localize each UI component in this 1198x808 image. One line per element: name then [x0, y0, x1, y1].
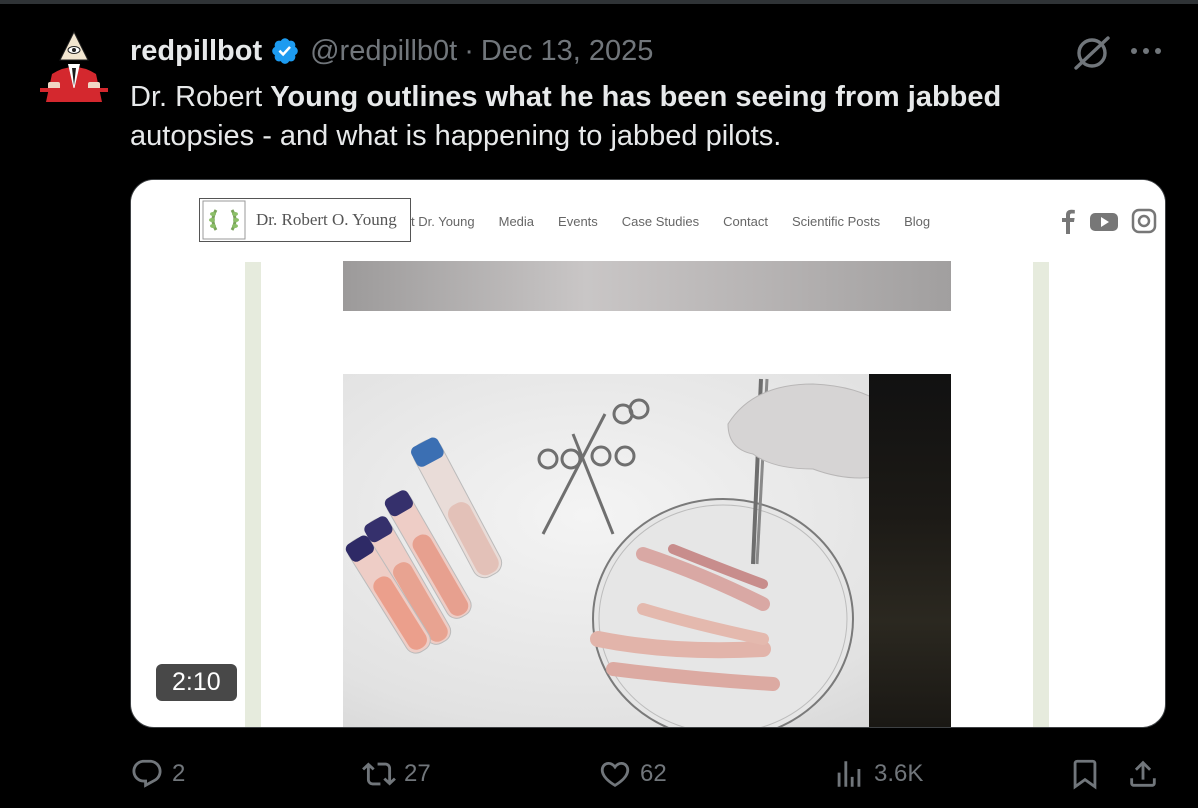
reply-count: 2: [172, 760, 186, 787]
bookmark-button[interactable]: [1068, 754, 1110, 794]
site-nav-link: t Dr. Young: [411, 214, 475, 229]
video-dark-area: [869, 374, 951, 727]
instagram-icon: [1131, 208, 1157, 234]
video-duration: 2:10: [156, 664, 237, 701]
page-banner: [343, 261, 951, 311]
reply-icon: [132, 759, 162, 788]
site-nav-link: Events: [558, 214, 598, 229]
tweet-header: redpillbot @redpillb0t · Dec 13, 2025: [130, 31, 653, 71]
video-media[interactable]: Dr. Robert O. Young t Dr. Young Media Ev…: [130, 179, 1166, 728]
views-count: 3.6K: [874, 760, 924, 787]
page-rail-left: [245, 262, 261, 727]
tweet-text-part2: autopsies - and what is happening to jab…: [130, 120, 782, 152]
repost-count: 27: [404, 760, 431, 787]
bookmark-icon: [1073, 759, 1097, 790]
site-nav-links: t Dr. Young Media Events Case Studies Co…: [411, 214, 930, 229]
share-icon: [1130, 760, 1156, 787]
grok-icon[interactable]: [1072, 34, 1112, 72]
tweet-text-bold: Young outlines what he has been seeing f…: [270, 81, 1002, 113]
like-icon: [600, 761, 630, 787]
separator-dot: ·: [464, 34, 474, 67]
site-nav-link: Media: [498, 214, 535, 229]
site-logo: Dr. Robert O. Young: [199, 198, 411, 242]
repost-icon: [362, 762, 396, 786]
video-still: [345, 378, 915, 727]
share-button[interactable]: [1126, 754, 1168, 794]
page-rail-right: [1033, 262, 1049, 727]
tweet-text: Dr. Robert Young outlines what he has be…: [130, 78, 1110, 156]
site-nav-link: Scientific Posts: [791, 214, 881, 229]
views-icon: [837, 761, 861, 787]
top-divider: [0, 0, 1198, 4]
views-button[interactable]: 3.6K: [832, 754, 923, 794]
youtube-icon: [1090, 213, 1118, 231]
verified-badge-icon[interactable]: [270, 36, 300, 66]
like-count: 62: [640, 760, 667, 787]
site-logo-text: Dr. Robert O. Young: [256, 210, 397, 229]
site-nav-link: Case Studies: [621, 214, 700, 229]
more-icon[interactable]: [1128, 40, 1164, 62]
like-button[interactable]: 62: [598, 754, 667, 794]
reply-button[interactable]: 2: [130, 754, 185, 794]
avatar[interactable]: [38, 30, 110, 110]
site-social-icons: [1059, 208, 1157, 234]
repost-button[interactable]: 27: [362, 754, 431, 794]
laurel-icon: [202, 200, 246, 240]
site-nav-link: Contact: [723, 214, 768, 229]
video-frame: [343, 374, 951, 727]
tweet-text-part1: Dr. Robert: [130, 81, 271, 113]
tweet-date[interactable]: Dec 13, 2025: [481, 35, 654, 68]
user-handle[interactable]: @redpillb0t: [310, 35, 457, 68]
facebook-icon: [1062, 209, 1075, 234]
site-nav-link: Blog: [904, 214, 931, 229]
video-site-nav: Dr. Robert O. Young t Dr. Young Media Ev…: [131, 180, 1165, 262]
tweet-actions: 2 27 62 3.6K: [130, 754, 1164, 794]
display-name[interactable]: redpillbot: [130, 35, 262, 68]
